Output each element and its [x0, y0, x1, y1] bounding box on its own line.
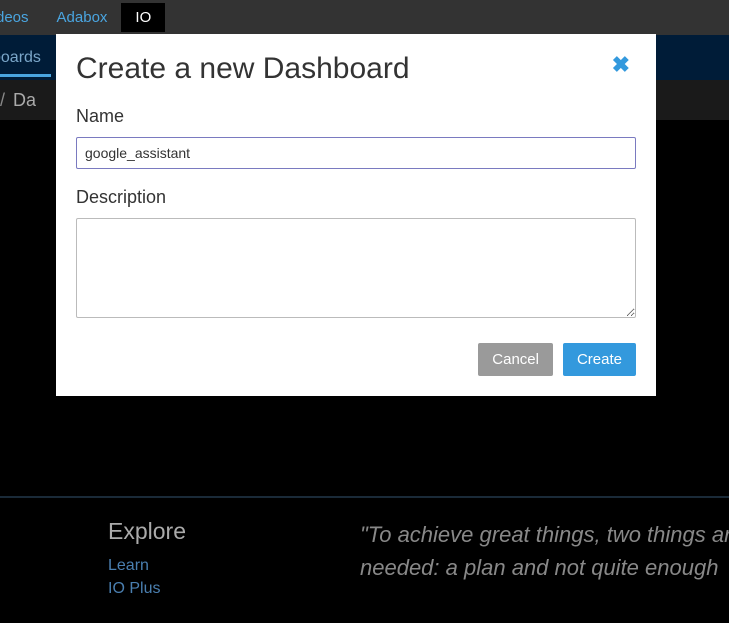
footer-explore-column: Explore Learn IO Plus [108, 518, 186, 603]
description-textarea[interactable] [76, 218, 636, 318]
breadcrumb-item[interactable]: Da [13, 90, 36, 111]
close-icon[interactable]: ✖ [606, 52, 636, 78]
footer-quote: "To achieve great things, two things are… [360, 518, 729, 584]
modal-actions: Cancel Create [76, 343, 636, 376]
cancel-button[interactable]: Cancel [478, 343, 553, 376]
modal-title: Create a new Dashboard [76, 52, 410, 86]
name-label: Name [76, 106, 636, 127]
top-nav-tabs: deos Adabox IO [0, 0, 729, 35]
tab-videos[interactable]: deos [0, 3, 43, 32]
footer-explore-heading: Explore [108, 518, 186, 545]
modal-header: Create a new Dashboard ✖ [76, 52, 636, 106]
create-dashboard-modal: Create a new Dashboard ✖ Name Descriptio… [56, 34, 656, 396]
footer: Explore Learn IO Plus "To achieve great … [0, 496, 729, 623]
create-button[interactable]: Create [563, 343, 636, 376]
name-input[interactable] [76, 137, 636, 169]
secondary-nav-dashboards[interactable]: boards [0, 39, 51, 77]
footer-link-learn[interactable]: Learn [108, 557, 186, 575]
tab-adabox[interactable]: Adabox [43, 3, 122, 32]
description-label: Description [76, 187, 636, 208]
breadcrumb-separator: / [0, 90, 5, 111]
tab-io[interactable]: IO [121, 3, 165, 32]
footer-link-ioplus[interactable]: IO Plus [108, 580, 186, 598]
